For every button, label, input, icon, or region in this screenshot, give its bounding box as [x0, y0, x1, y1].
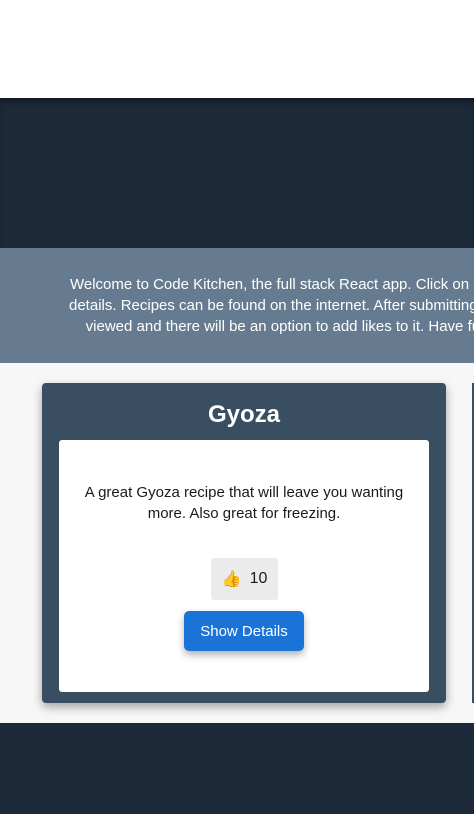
recipe-card-body: A great Gyoza recipe that will leave you…	[59, 440, 429, 692]
recipe-card: Gyoza A great Gyoza recipe that will lea…	[42, 383, 446, 703]
thumbs-up-icon: 👍	[221, 571, 242, 588]
intro-text: Welcome to Code Kitchen, the full stack …	[69, 276, 474, 335]
app-header	[0, 98, 474, 248]
like-count: 10	[249, 570, 268, 587]
recipe-title: Gyoza	[207, 401, 281, 428]
recipe-list: Gyoza A great Gyoza recipe that will lea…	[0, 363, 474, 723]
top-blank-area	[0, 0, 474, 98]
app-footer	[0, 723, 474, 814]
intro-banner: Welcome to Code Kitchen, the full stack …	[0, 248, 474, 363]
like-button[interactable]: 👍 10	[211, 558, 278, 600]
show-details-button[interactable]: Show Details	[184, 611, 304, 651]
recipe-description: A great Gyoza recipe that will leave you…	[84, 484, 404, 522]
